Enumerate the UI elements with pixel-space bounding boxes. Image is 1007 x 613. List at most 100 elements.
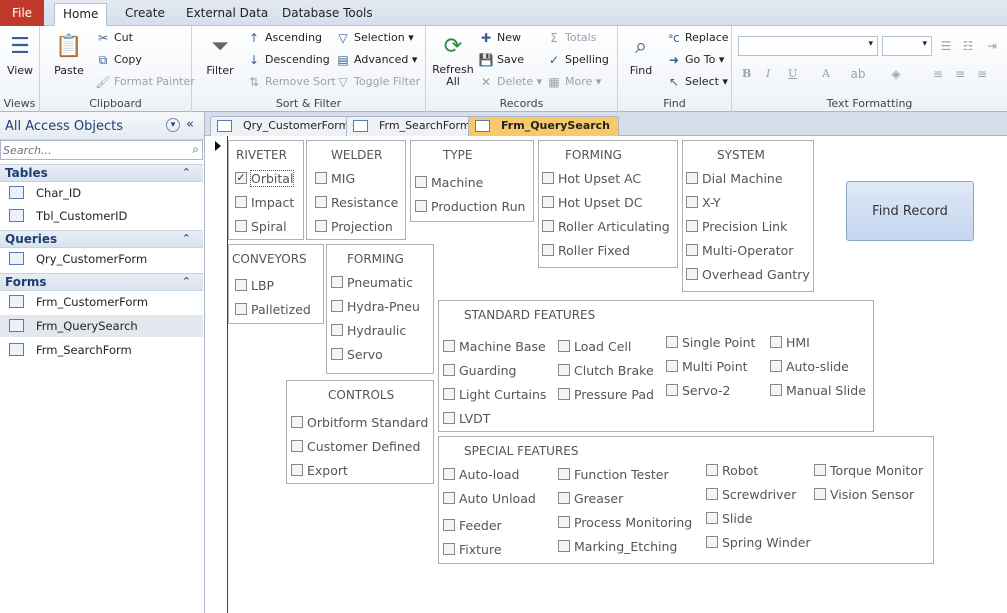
chk-fixture[interactable]: Fixture xyxy=(443,539,502,559)
chk-process-monitoring[interactable]: Process Monitoring xyxy=(558,512,692,532)
checkbox-icon[interactable] xyxy=(235,196,247,208)
chk-robot[interactable]: Robot xyxy=(706,460,758,480)
chk-guarding[interactable]: Guarding xyxy=(443,360,516,380)
chk-vision-sensor[interactable]: Vision Sensor xyxy=(814,484,914,504)
chk-slide[interactable]: Slide xyxy=(706,508,753,528)
toggle-filter-button[interactable]: ▽ Toggle Filter xyxy=(335,72,420,92)
checkbox-icon[interactable] xyxy=(542,220,554,232)
chk-dial-machine[interactable]: Dial Machine xyxy=(686,168,783,188)
checkbox-icon[interactable] xyxy=(814,464,826,476)
view-button[interactable]: ☰ View xyxy=(3,30,37,78)
doc-tab-frm-querysearch[interactable]: Frm_QuerySearch xyxy=(468,116,620,136)
checkbox-icon[interactable] xyxy=(331,348,343,360)
checkbox-icon[interactable] xyxy=(291,464,303,476)
checkbox-icon[interactable] xyxy=(706,512,718,524)
chk-hot-upset-ac[interactable]: Hot Upset AC xyxy=(542,168,641,188)
nav-category-queries[interactable]: Queries ⌃ xyxy=(0,230,203,248)
nav-item-frm-querysearch[interactable]: Frm_QuerySearch xyxy=(0,315,203,337)
chk-multi-point[interactable]: Multi Point xyxy=(666,356,748,376)
chk-greaser[interactable]: Greaser xyxy=(558,488,623,508)
chk-x-y[interactable]: X-Y xyxy=(686,192,721,212)
checkbox-icon[interactable] xyxy=(558,492,570,504)
checkbox-icon[interactable] xyxy=(542,244,554,256)
chk-servo-2[interactable]: Servo-2 xyxy=(666,380,731,400)
new-record-button[interactable]: ✚ New xyxy=(478,28,521,48)
chk-light-curtains[interactable]: Light Curtains xyxy=(443,384,546,404)
fill-color-button[interactable]: ◈ xyxy=(888,64,907,84)
select-button[interactable]: ↖ Select ▾ xyxy=(666,72,728,92)
tab-file[interactable]: File xyxy=(0,0,44,26)
checkbox-icon[interactable] xyxy=(415,200,427,212)
checkbox-icon[interactable] xyxy=(235,279,247,291)
chk-function-tester[interactable]: Function Tester xyxy=(558,464,669,484)
bullets-button[interactable]: ☰ xyxy=(938,36,957,56)
checkbox-icon[interactable] xyxy=(443,492,455,504)
italic-button[interactable]: I xyxy=(766,64,770,84)
chk-lbp[interactable]: LBP xyxy=(235,275,274,295)
checkbox-icon[interactable] xyxy=(770,336,782,348)
chk-roller-fixed[interactable]: Roller Fixed xyxy=(542,240,630,260)
chk-spiral[interactable]: Spiral xyxy=(235,216,287,236)
nav-item-frm-searchform[interactable]: Frm_SearchForm xyxy=(0,339,203,361)
checkbox-icon[interactable] xyxy=(706,464,718,476)
chk-precision-link[interactable]: Precision Link xyxy=(686,216,787,236)
totals-button[interactable]: Σ Totals xyxy=(546,28,596,48)
more-button[interactable]: ▦ More ▾ xyxy=(546,72,601,92)
checkbox-icon[interactable] xyxy=(686,244,698,256)
checkbox-icon[interactable] xyxy=(686,196,698,208)
descending-button[interactable]: ↓ Descending xyxy=(246,50,330,70)
delete-record-button[interactable]: ✕ Delete ▾ xyxy=(478,72,542,92)
checkbox-icon[interactable] xyxy=(443,388,455,400)
checkbox-icon[interactable] xyxy=(235,303,247,315)
checkbox-icon[interactable] xyxy=(706,488,718,500)
chk-machine-base[interactable]: Machine Base xyxy=(443,336,546,356)
nav-item-qry-customerform[interactable]: Qry_CustomerForm xyxy=(0,248,203,270)
checkbox-icon[interactable] xyxy=(558,364,570,376)
align-right-button[interactable]: ≡ xyxy=(974,64,993,84)
checkbox-icon[interactable] xyxy=(542,172,554,184)
chk-single-point[interactable]: Single Point xyxy=(666,332,755,352)
chk-hydra-pneu[interactable]: Hydra-Pneu xyxy=(331,296,420,316)
chk-auto-slide[interactable]: Auto-slide xyxy=(770,356,849,376)
nav-category-forms[interactable]: Forms ⌃ xyxy=(0,273,203,291)
chk-hot-upset-dc[interactable]: Hot Upset DC xyxy=(542,192,642,212)
search-icon[interactable]: ⌕ xyxy=(192,142,199,157)
chk-palletized[interactable]: Palletized xyxy=(235,299,311,319)
chk-lvdt[interactable]: LVDT xyxy=(443,408,490,428)
nav-item-tbl-customerid[interactable]: Tbl_CustomerID xyxy=(0,205,203,227)
cut-button[interactable]: ✂ Cut xyxy=(95,28,133,48)
chk-projection[interactable]: Projection xyxy=(315,216,393,236)
checkbox-checked-icon[interactable]: ✓ xyxy=(235,172,247,184)
chk-impact[interactable]: Impact xyxy=(235,192,294,212)
checkbox-icon[interactable] xyxy=(315,220,327,232)
chk-customer-defined[interactable]: Customer Defined xyxy=(291,436,420,456)
find-record-button[interactable]: Find Record xyxy=(846,181,974,241)
chk-overhead-gantry[interactable]: Overhead Gantry xyxy=(686,264,810,284)
chk-spring-winder[interactable]: Spring Winder xyxy=(706,532,811,552)
refresh-all-button[interactable]: ⟳ Refresh All xyxy=(430,30,476,88)
replace-button[interactable]: ᵃc Replace xyxy=(666,28,728,48)
selection-button[interactable]: ▽ Selection ▾ xyxy=(335,28,413,48)
nav-category-tables[interactable]: Tables ⌃ xyxy=(0,164,203,182)
ascending-button[interactable]: ↑ Ascending xyxy=(246,28,322,48)
find-button[interactable]: ⌕ Find xyxy=(622,30,660,78)
doc-tab-frm-searchform[interactable]: Frm_SearchForm xyxy=(346,116,480,136)
numbering-button[interactable]: ☷ xyxy=(960,36,979,56)
checkbox-icon[interactable] xyxy=(331,324,343,336)
remove-sort-button[interactable]: ⇅ Remove Sort xyxy=(246,72,336,92)
format-painter-button[interactable]: 🖌 Format Painter xyxy=(95,72,194,92)
checkbox-icon[interactable] xyxy=(443,412,455,424)
nav-item-char-id[interactable]: Char_ID xyxy=(0,182,203,204)
tab-external-data[interactable]: External Data xyxy=(186,3,268,26)
chk-manual-slide[interactable]: Manual Slide xyxy=(770,380,866,400)
chk-hmi[interactable]: HMI xyxy=(770,332,810,352)
chk-feeder[interactable]: Feeder xyxy=(443,515,502,535)
checkbox-icon[interactable] xyxy=(291,440,303,452)
checkbox-icon[interactable] xyxy=(558,516,570,528)
align-left-button[interactable]: ≡ xyxy=(930,64,949,84)
checkbox-icon[interactable] xyxy=(666,360,678,372)
tab-home[interactable]: Home xyxy=(54,3,108,26)
chevron-down-icon[interactable]: ▾ xyxy=(166,118,180,132)
chk-production-run[interactable]: Production Run xyxy=(415,196,525,216)
tab-database-tools[interactable]: Database Tools xyxy=(282,3,373,26)
